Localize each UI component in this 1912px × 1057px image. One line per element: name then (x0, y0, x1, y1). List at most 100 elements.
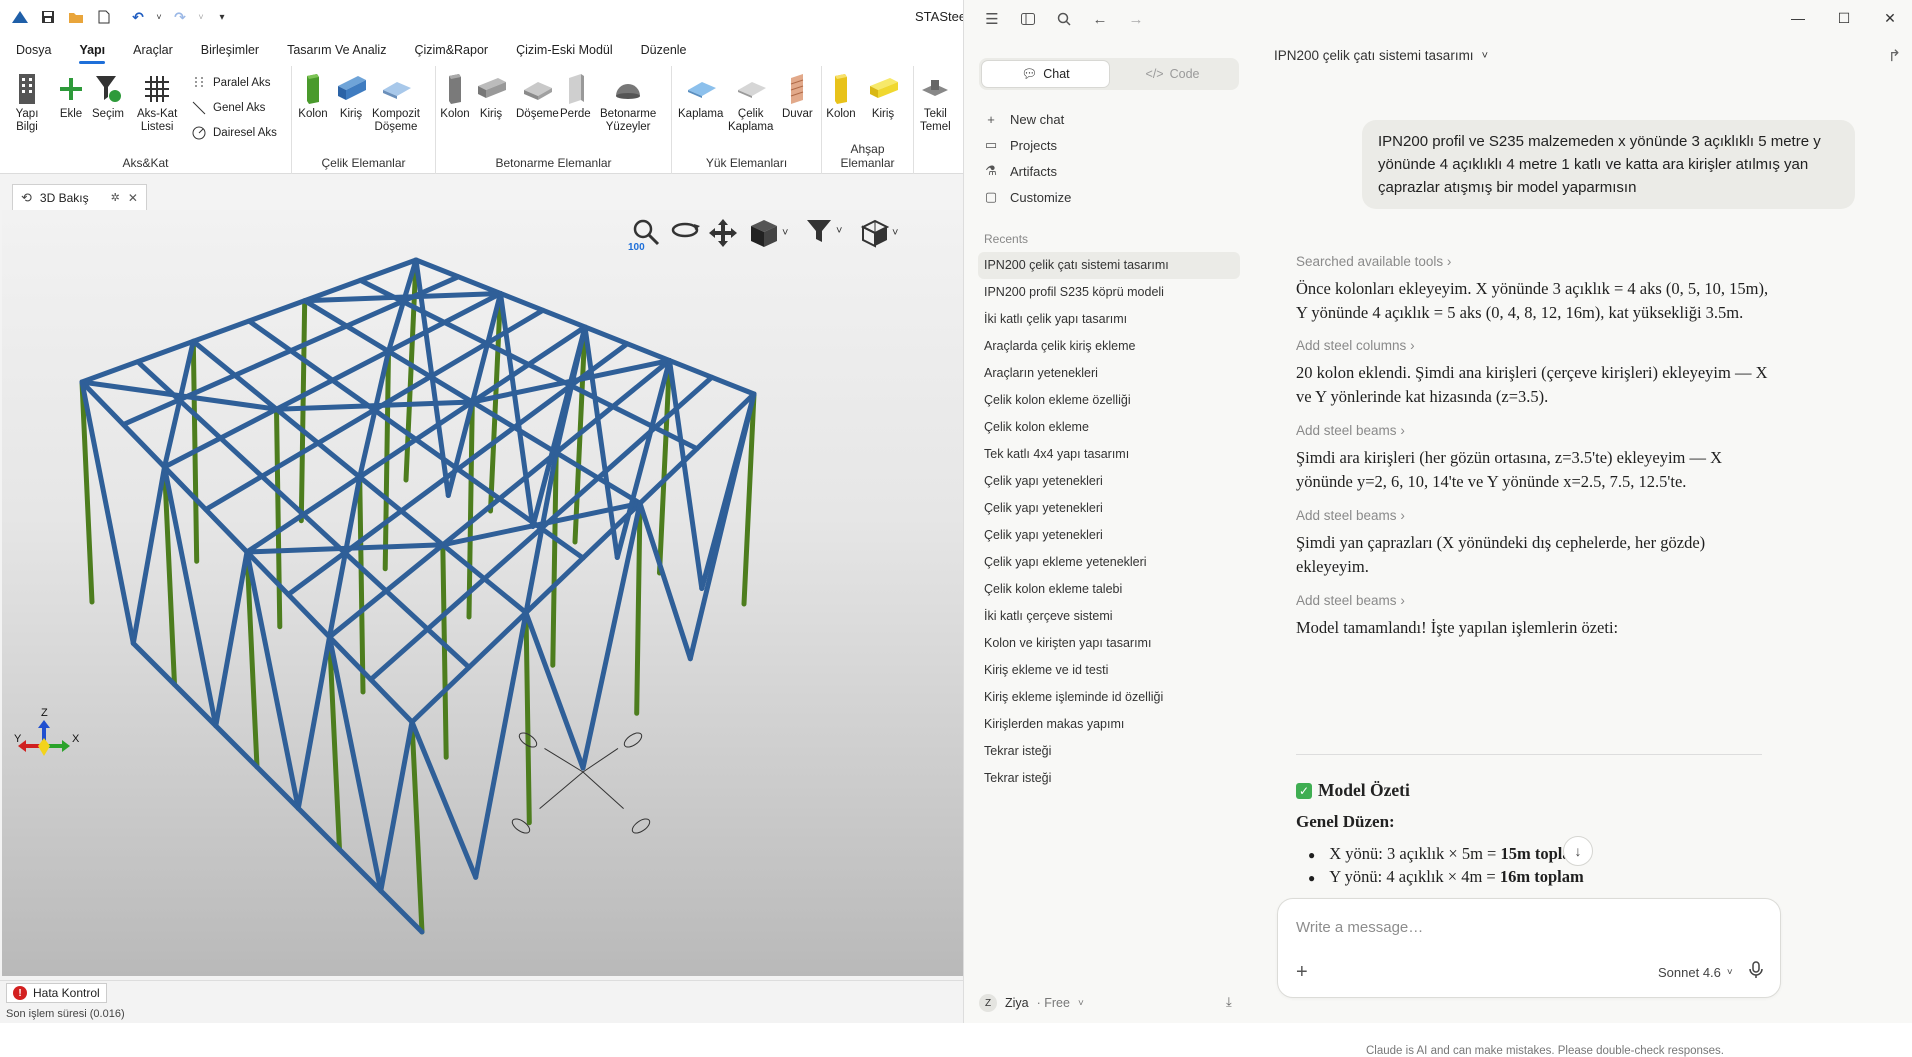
tab-3d-bakis[interactable]: ⟲ 3D Bakış ✲ ✕ (12, 184, 147, 210)
undo-dropdown-icon[interactable]: ˅ (152, 3, 166, 31)
recent-chat-item[interactable]: Çelik kolon ekleme özelliği (978, 387, 1240, 414)
structural-model-3d[interactable]: Z X Y (2, 210, 963, 976)
celik-kaplama-button[interactable]: Çelik Kaplama (728, 72, 773, 134)
open-folder-icon[interactable] (62, 3, 90, 31)
celik-kiris-button[interactable]: Kiriş (336, 72, 366, 121)
side-brace[interactable] (687, 391, 757, 662)
side-brace[interactable] (378, 719, 415, 894)
kaplama-button[interactable]: Kaplama (678, 72, 723, 121)
new-chat-button[interactable]: + New chat (984, 106, 1071, 132)
redo-icon[interactable]: ↷ (166, 3, 194, 31)
ahsap-kolon-button[interactable]: Kolon (826, 72, 856, 121)
undo-icon[interactable]: ↶ (124, 3, 152, 31)
steel-column[interactable] (274, 406, 283, 630)
recent-chat-item[interactable]: Tekrar isteği (978, 738, 1240, 765)
close-window-icon[interactable]: ✕ (1867, 0, 1912, 36)
tekil-temel-button[interactable]: Tekil Temel (920, 72, 951, 134)
tab-chat[interactable]: 💬︎ Chat (982, 61, 1109, 87)
recent-chat-item[interactable]: IPN200 çelik çatı sistemi tasarımı (978, 252, 1240, 279)
3d-viewport[interactable]: 100 ˅ ˅ ˅ ZXY (2, 210, 963, 976)
recent-chat-item[interactable]: Çelik kolon ekleme (978, 414, 1240, 441)
steel-column[interactable] (409, 719, 425, 935)
customize-toolbar-icon[interactable]: ▾ (208, 3, 236, 31)
conversation-title-button[interactable]: IPN200 çelik çatı sistemi tasarımı ˅ (1274, 48, 1488, 63)
recent-chat-item[interactable]: Çelik yapı yetenekleri (978, 522, 1240, 549)
menu-duzenle[interactable]: Düzenle (627, 34, 701, 66)
menu-cizim-eski-modul[interactable]: Çizim-Eski Modül (502, 34, 627, 66)
back-arrow-icon[interactable]: ← (1082, 1, 1118, 37)
hamburger-menu-icon[interactable]: ☰ (974, 1, 1010, 37)
side-brace[interactable] (580, 500, 643, 771)
search-icon[interactable] (1046, 1, 1082, 37)
recent-chat-item[interactable]: Kolon ve kirişten yapı tasarımı (978, 630, 1240, 657)
attach-plus-icon[interactable]: + (1296, 961, 1308, 984)
recent-chat-item[interactable]: Kiriş ekleme ve id testi (978, 657, 1240, 684)
recent-chat-item[interactable]: Çelik yapı ekleme yetenekleri (978, 549, 1240, 576)
scroll-down-button[interactable]: ↓ (1563, 836, 1593, 866)
pin-icon[interactable]: ✲ (111, 191, 120, 204)
tool-call-searched-tools[interactable]: Searched available tools › (1296, 254, 1451, 269)
recent-chat-item[interactable]: Araçların yetenekleri (978, 360, 1240, 387)
recent-chat-item[interactable]: Kirişlerden makas yapımı (978, 711, 1240, 738)
yapi-bilgi-button[interactable]: Yapı Bilgi (12, 72, 42, 134)
celik-kolon-button[interactable]: Kolon (298, 72, 328, 121)
betonarme-yuzeyler-button[interactable]: Betonarme Yüzeyler (600, 72, 656, 134)
close-tab-icon[interactable]: ✕ (128, 191, 138, 205)
artifacts-link[interactable]: ⚗ Artifacts (984, 158, 1071, 184)
minimize-icon[interactable]: — (1775, 0, 1821, 36)
dairesel-aks-button[interactable]: Dairesel Aks (192, 126, 277, 140)
menu-dosya[interactable]: Dosya (0, 34, 65, 66)
side-brace[interactable] (295, 634, 332, 811)
sidebar-toggle-icon[interactable] (1010, 1, 1046, 37)
steel-column[interactable] (634, 500, 643, 716)
steel-column[interactable] (466, 399, 475, 620)
maximize-icon[interactable]: ☐ (1821, 0, 1867, 36)
ahsap-kiris-button[interactable]: Kiriş (868, 72, 898, 121)
message-composer[interactable]: Write a message… + Sonnet 4.6 ˅ (1277, 898, 1781, 998)
genel-aks-button[interactable]: Genel Aks (192, 101, 265, 115)
message-input[interactable]: Write a message… (1296, 919, 1423, 936)
secim-button[interactable]: Seçim (92, 72, 124, 121)
recent-chat-item[interactable]: Tek katlı 4x4 yapı tasarımı (978, 441, 1240, 468)
ekle-button[interactable]: Ekle (56, 72, 86, 121)
menu-araclar[interactable]: Araçlar (119, 34, 187, 66)
steel-column[interactable] (440, 542, 449, 760)
share-icon[interactable]: ↱ (1888, 46, 1901, 66)
perde-button[interactable]: Perde (560, 72, 591, 121)
tool-call-add-steel-beams[interactable]: Add steel beams › (1296, 593, 1405, 608)
model-selector[interactable]: Sonnet 4.6 ˅ (1658, 965, 1733, 980)
recent-chat-item[interactable]: İki katlı çerçeve sistemi (978, 603, 1240, 630)
menu-tasarim-ve-analiz[interactable]: Tasarım Ve Analiz (273, 34, 400, 66)
recent-chat-item[interactable]: Araçlarda çelik kiriş ekleme (978, 333, 1240, 360)
projects-link[interactable]: ▭ Projects (984, 132, 1071, 158)
duvar-button[interactable]: Duvar (782, 72, 813, 121)
side-brace[interactable] (637, 500, 693, 662)
recent-chat-item[interactable]: Kiriş ekleme işleminde id özelliği (978, 684, 1240, 711)
steel-column[interactable] (357, 474, 366, 695)
forward-arrow-icon[interactable]: → (1118, 1, 1154, 37)
kompozit-doseme-button[interactable]: Kompozit Döşeme (372, 72, 420, 134)
paralel-aks-button[interactable]: Paralel Aks (192, 76, 271, 90)
customize-link[interactable]: ▢ Customize (984, 184, 1072, 210)
steel-column[interactable] (550, 450, 559, 668)
tool-call-add-steel-columns[interactable]: Add steel columns › (1296, 338, 1415, 353)
betonarme-kiris-button[interactable]: Kiriş (476, 72, 506, 121)
betonarme-kolon-button[interactable]: Kolon (440, 72, 470, 121)
side-brace[interactable] (130, 464, 167, 646)
tab-code[interactable]: </> Code (1109, 61, 1236, 87)
recent-chat-item[interactable]: Tekrar isteği (978, 765, 1240, 792)
recent-chat-item[interactable]: Çelik yapı yetenekleri (978, 495, 1240, 522)
bottom-beam[interactable] (378, 888, 425, 935)
new-file-icon[interactable] (90, 3, 118, 31)
recent-chat-item[interactable]: IPN200 profil S235 köprü modeli (978, 279, 1240, 306)
menu-cizim-rapor[interactable]: Çizim&Rapor (400, 34, 502, 66)
download-icon[interactable]: ⤓ (1226, 994, 1232, 1010)
recent-chat-item[interactable]: Çelik kolon ekleme talebi (978, 576, 1240, 603)
redo-dropdown-icon[interactable]: ˅ (194, 3, 208, 31)
recent-chat-item[interactable]: İki katlı çelik yapı tasarımı (978, 306, 1240, 333)
microphone-icon[interactable] (1749, 961, 1763, 984)
save-icon[interactable] (34, 3, 62, 31)
steel-column[interactable] (523, 610, 532, 826)
tool-call-add-steel-beams[interactable]: Add steel beams › (1296, 423, 1405, 438)
aks-kat-listesi-button[interactable]: Aks-Kat Listesi (137, 72, 177, 134)
